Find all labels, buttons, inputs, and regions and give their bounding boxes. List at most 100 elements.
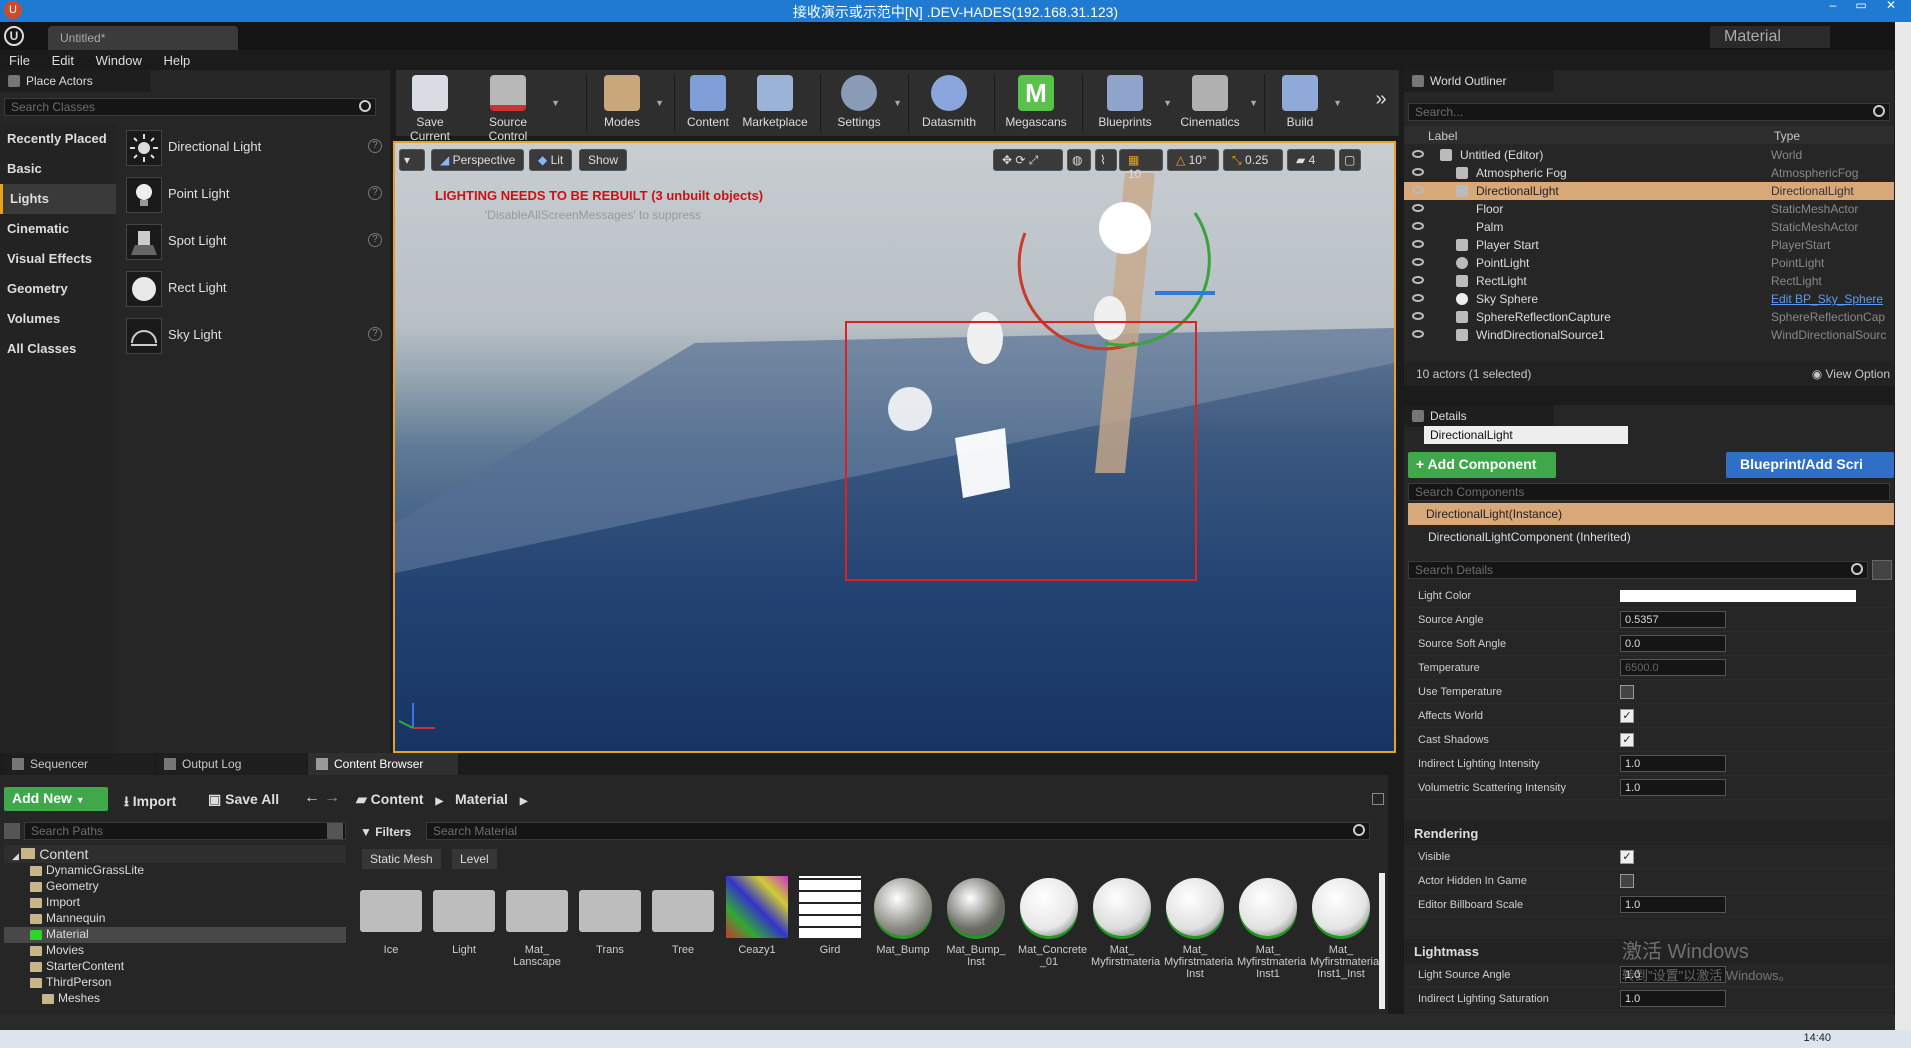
asset-tile[interactable]: Mat_ Myfirstmateria Inst xyxy=(1164,876,1233,980)
close-icon[interactable]: ✕ xyxy=(1877,0,1905,12)
help-icon[interactable]: ? xyxy=(368,233,382,247)
filter-chip-level[interactable]: Level xyxy=(452,849,497,869)
asset-tile[interactable]: Trans xyxy=(579,876,641,976)
viewport-options-button[interactable]: ▾ xyxy=(399,149,425,171)
datasmith-button[interactable]: Datasmith xyxy=(914,70,984,136)
category-all-classes[interactable]: All Classes xyxy=(0,334,116,364)
search-details-input[interactable]: Search Details xyxy=(1408,561,1868,579)
blueprint-button[interactable]: Blueprint/Add Scri xyxy=(1726,452,1894,478)
asset-tile[interactable]: Mat_ Myfirstmateria xyxy=(1091,876,1160,976)
eye-icon[interactable] xyxy=(1412,168,1424,176)
actor-directional-light[interactable]: Directional Light? xyxy=(118,124,390,171)
content-button[interactable]: Content xyxy=(680,70,736,136)
content-browser-tab[interactable]: Content Browser xyxy=(308,753,458,775)
visible-checkbox[interactable]: ✓ xyxy=(1620,850,1634,864)
add-new-button[interactable]: Add New ▼ xyxy=(4,787,108,811)
asset-tile[interactable]: Gird xyxy=(799,876,861,976)
source-angle-input[interactable]: 0.5357 xyxy=(1620,611,1726,628)
details-tab[interactable]: Details xyxy=(1404,405,1554,427)
build-button[interactable]: Build ▼ xyxy=(1270,70,1342,136)
surface-snap-icon[interactable]: ⌇ xyxy=(1095,149,1117,171)
cinematics-button[interactable]: Cinematics ▼ xyxy=(1174,70,1258,136)
outliner-row[interactable]: Palm StaticMeshActor xyxy=(1404,218,1894,236)
asset-tile[interactable]: Mat_ Myfirstmateria Inst1 xyxy=(1237,876,1306,980)
maximize-viewport-icon[interactable]: ▢ xyxy=(1339,149,1361,171)
outliner-row[interactable]: Player Start PlayerStart xyxy=(1404,236,1894,254)
filters-button[interactable]: ▼ Filters xyxy=(356,823,416,841)
tree-item[interactable]: DynamicGrassLite xyxy=(4,863,346,879)
rendering-header[interactable]: Rendering xyxy=(1404,821,1894,845)
volumetric-scattering-intensity-input[interactable]: 1.0 xyxy=(1620,779,1726,796)
outliner-row[interactable]: RectLight RectLight xyxy=(1404,272,1894,290)
category-basic[interactable]: Basic xyxy=(0,154,116,184)
breadcrumb-content[interactable]: Content xyxy=(371,791,424,807)
add-component-button[interactable]: + Add Component xyxy=(1408,452,1556,478)
source-soft-angle-input[interactable]: 0.0 xyxy=(1620,635,1726,652)
chevron-down-icon[interactable]: ▼ xyxy=(551,98,560,108)
search-material-input[interactable]: Search Material xyxy=(426,822,1370,840)
restore-icon[interactable]: ▭ xyxy=(1847,0,1875,12)
indirect-lighting-intensity-input[interactable]: 1.0 xyxy=(1620,755,1726,772)
minimize-icon[interactable]: – xyxy=(1819,0,1847,12)
chevron-down-icon[interactable]: ▼ xyxy=(1333,98,1342,108)
eye-icon[interactable] xyxy=(1412,150,1424,158)
save-all-button[interactable]: ▣ Save All xyxy=(208,791,279,808)
horizontal-scrollbar[interactable] xyxy=(0,1014,1895,1030)
eye-icon[interactable] xyxy=(1412,258,1424,266)
property-matrix-icon[interactable] xyxy=(1872,560,1892,580)
tree-item[interactable]: ThirdPerson xyxy=(4,975,346,991)
temperature-input[interactable]: 6500.0 xyxy=(1620,659,1726,676)
asset-scrollbar[interactable] xyxy=(1379,873,1385,1009)
breadcrumb-material[interactable]: Material xyxy=(455,791,508,807)
asset-tile[interactable]: Mat_Concrete _01 xyxy=(1018,876,1087,976)
show-button[interactable]: Show xyxy=(579,149,628,171)
asset-tile[interactable]: Mat_ Lanscape xyxy=(506,876,568,976)
menu-edit[interactable]: Edit xyxy=(43,50,83,71)
outliner-row[interactable]: Floor StaticMeshActor xyxy=(1404,200,1894,218)
save-current-button[interactable]: Save Current xyxy=(398,70,462,143)
view-options-icon[interactable] xyxy=(327,823,343,839)
component-inherited-row[interactable]: DirectionalLightComponent (Inherited) xyxy=(1428,530,1631,544)
camera-speed-button[interactable]: ▰ 4 xyxy=(1287,149,1335,171)
chevron-down-icon[interactable]: ▼ xyxy=(893,98,902,108)
actor-rect-light[interactable]: Rect Light xyxy=(118,265,390,312)
sources-toggle-icon[interactable] xyxy=(4,823,20,839)
actor-hidden-checkbox[interactable] xyxy=(1620,874,1634,888)
toolbar-overflow-icon[interactable]: » xyxy=(1370,70,1392,136)
import-button[interactable]: ⭳ Import xyxy=(124,791,176,815)
outliner-row[interactable]: SphereReflectionCapture SphereReflectionC… xyxy=(1404,308,1894,326)
megascans-button[interactable]: M Megascans xyxy=(1000,70,1072,136)
column-type[interactable]: Type xyxy=(1774,129,1800,143)
world-outliner-tab[interactable]: World Outliner xyxy=(1404,70,1554,92)
actor-sky-light[interactable]: Sky Light? xyxy=(118,312,390,359)
affects-world-checkbox[interactable]: ✓ xyxy=(1620,709,1634,723)
menu-window[interactable]: Window xyxy=(87,50,151,71)
scale-snap-button[interactable]: ⤡ 0.25 xyxy=(1223,149,1283,171)
help-icon[interactable]: ? xyxy=(368,186,382,200)
help-icon[interactable]: ? xyxy=(368,327,382,341)
asset-tile[interactable]: Mat_Bump xyxy=(872,876,934,976)
column-label[interactable]: Label xyxy=(1428,129,1457,143)
actor-spot-light[interactable]: Spot Light? xyxy=(118,218,390,265)
level-viewport[interactable]: ▾ ◢ Perspective ◆ Lit Show ✥ ⟳ ⤢ ◍ ⌇ ▦ 1… xyxy=(393,141,1396,753)
outliner-row[interactable]: Untitled (Editor) World xyxy=(1404,146,1894,164)
light-color-swatch[interactable] xyxy=(1620,590,1856,602)
eye-icon[interactable] xyxy=(1412,222,1424,230)
chevron-down-icon[interactable]: ▼ xyxy=(655,98,664,108)
eye-icon[interactable] xyxy=(1412,186,1424,194)
asset-tile[interactable]: Ice xyxy=(360,876,422,976)
tree-item[interactable]: Geometry xyxy=(4,879,346,895)
menu-file[interactable]: File xyxy=(0,50,39,71)
category-lights[interactable]: Lights xyxy=(0,184,116,214)
cast-shadows-checkbox[interactable]: ✓ xyxy=(1620,733,1634,747)
search-paths-input[interactable]: Search Paths xyxy=(24,822,346,840)
help-icon[interactable]: ? xyxy=(368,139,382,153)
filter-chip-static-mesh[interactable]: Static Mesh xyxy=(362,849,441,869)
back-icon[interactable]: ← xyxy=(304,789,320,807)
asset-tile[interactable]: Mat_ Myfirstmateria Inst1_Inst xyxy=(1310,876,1379,980)
asset-tile[interactable]: Ceazy1 xyxy=(726,876,788,976)
category-visual-effects[interactable]: Visual Effects xyxy=(0,244,116,274)
outliner-row[interactable]: Sky Sphere Edit BP_Sky_Sphere xyxy=(1404,290,1894,308)
search-classes-input[interactable]: Search Classes xyxy=(4,98,376,116)
chevron-down-icon[interactable]: ▼ xyxy=(1249,98,1258,108)
